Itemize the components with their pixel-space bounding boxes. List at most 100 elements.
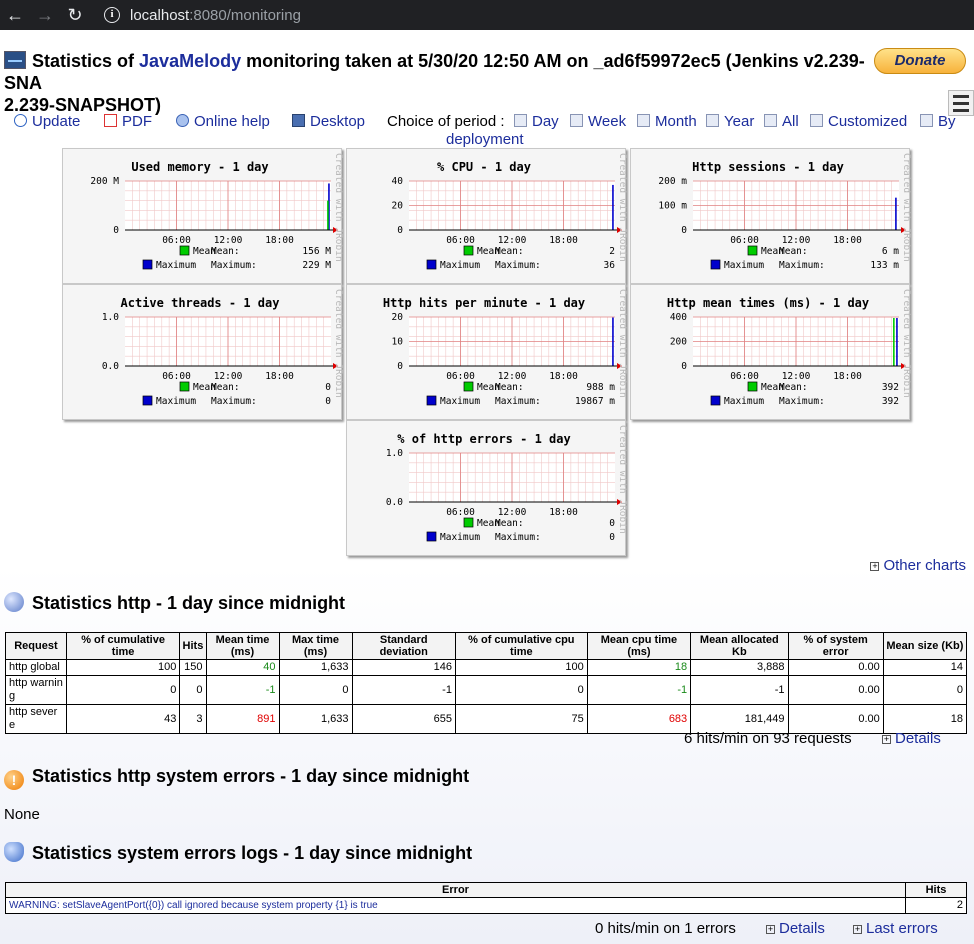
chart-panel[interactable]: Http sessions - 1 day 06:00 12:00 18:00 0 100… [630, 148, 911, 284]
desktop-link[interactable]: Desktop [292, 113, 365, 131]
col-header[interactable]: % of cumulative cpu time [454, 632, 588, 660]
update-link[interactable]: Update [14, 113, 80, 131]
online-help-link[interactable]: Online help [176, 113, 270, 131]
http-icon [4, 592, 24, 612]
col-header[interactable]: Mean cpu time (ms) [586, 632, 692, 660]
period-customized-link[interactable]: Customized [810, 113, 907, 131]
y-tick-label: 0.0 [102, 361, 119, 372]
legend-stat-label: Maximum: [495, 396, 541, 407]
legend-series-name: Maximum [156, 396, 196, 407]
period-month-link[interactable]: Month [637, 113, 697, 131]
col-header[interactable]: % of system error [787, 632, 884, 660]
table-cell: -1 [205, 675, 280, 705]
x-tick-label: 18:00 [833, 371, 862, 382]
x-tick-label: 18:00 [265, 371, 294, 382]
legend-stat-value: 133 m [870, 260, 899, 271]
info-icon[interactable]: i [104, 7, 120, 23]
period-year-link[interactable]: Year [706, 113, 754, 131]
back-icon[interactable]: ← [0, 5, 30, 26]
col-header[interactable]: Max time (ms) [278, 632, 353, 660]
table-cell: 14 [882, 659, 968, 676]
x-tick-label: 06:00 [162, 235, 191, 246]
logs-details-link[interactable]: + Details [766, 920, 825, 937]
chart-panel[interactable]: Active threads - 1 day 06:00 12:00 18:00 0.0… [62, 284, 343, 420]
pdf-link[interactable]: PDF [104, 113, 152, 131]
legend-swatch [142, 259, 153, 270]
chart-panel[interactable]: Used memory - 1 day 06:00 12:00 18:00 0 200 M… [62, 148, 343, 284]
table-row: http warning 0 0 -1 0 -1 0 -1 -1 0.00 0 [5, 675, 968, 705]
legend-stat-label: Mean: [211, 382, 240, 393]
col-header[interactable]: % of cumulative time [65, 632, 181, 660]
javamelody-link[interactable]: JavaMelody [139, 51, 241, 71]
x-tick-label: 18:00 [265, 235, 294, 246]
other-charts-link[interactable]: + Other charts [870, 557, 966, 574]
legend-swatch [710, 395, 721, 406]
request-name-link[interactable]: http warning [5, 675, 67, 705]
table-cell: 1,633 [278, 659, 353, 676]
legend-stat-label: Mean: [495, 382, 524, 393]
watermark-text: Created with JRobin [333, 289, 343, 398]
legend-stat-value: 0 [325, 382, 331, 393]
deployment-link[interactable]: deployment [446, 131, 524, 149]
calendar-icon [764, 114, 777, 127]
col-header[interactable]: Mean time (ms) [205, 632, 280, 660]
request-name-link[interactable]: http global [5, 659, 67, 676]
legend-stat-value: 0 [609, 518, 615, 529]
legend-swatch [747, 245, 758, 256]
other-charts-label: Other charts [883, 557, 966, 574]
chart-panel[interactable]: % CPU - 1 day 06:00 12:00 18:00 0 20 40 Created… [346, 148, 627, 284]
x-tick-label: 12:00 [214, 371, 243, 382]
legend-swatch [710, 259, 721, 270]
x-tick-label: 06:00 [162, 371, 191, 382]
period-day-link[interactable]: Day [514, 113, 559, 131]
watermark-text: Created with JRobin [617, 289, 627, 398]
col-header[interactable]: Hits [179, 632, 207, 660]
col-header[interactable]: Mean allocated Kb [690, 632, 789, 660]
address-bar[interactable]: localhost:8080/monitoring [130, 7, 301, 24]
col-header[interactable]: Mean size (Kb) [882, 632, 968, 660]
chart-title: Active threads - 1 day [121, 296, 280, 310]
table-cell: 0 [882, 675, 968, 705]
x-tick-label: 06:00 [446, 507, 475, 518]
table-cell: 0 [65, 675, 181, 705]
y-tick-label: 0 [397, 225, 403, 236]
chart-panel[interactable]: Http mean times (ms) - 1 day 06:00 12:00 18… [630, 284, 911, 420]
error-logs-table: Error Hits WARNING: setSlaveAgentPort({0… [5, 882, 967, 914]
chart-panel[interactable]: % of http errors - 1 day 06:00 12:00 18:00 0… [346, 420, 627, 556]
col-header: Request [5, 632, 67, 660]
x-tick-label: 18:00 [549, 235, 578, 246]
period-by-deployment-link[interactable]: By [920, 113, 956, 131]
period-all-link[interactable]: All [764, 113, 799, 131]
expand-icon: + [766, 924, 775, 934]
chart-title: Http sessions - 1 day [692, 160, 844, 174]
url-host: localhost [130, 6, 190, 24]
chart-svg: Http mean times (ms) - 1 day 06:00 12:00 18… [667, 289, 911, 407]
update-label: Update [32, 113, 81, 130]
donate-button[interactable]: Donate [874, 48, 966, 74]
legend-swatch [463, 381, 474, 392]
reload-icon[interactable]: ↻ [60, 5, 90, 26]
period-week-link[interactable]: Week [570, 113, 626, 131]
legend-swatch [142, 395, 153, 406]
pdf-label: PDF [122, 113, 152, 130]
last-errors-link[interactable]: + Last errors [853, 920, 938, 937]
request-name-link[interactable]: http severe [5, 704, 67, 734]
y-tick-label: 100 m [658, 201, 687, 212]
watermark-text: Created with JRobin [901, 153, 911, 262]
help-icon [176, 114, 189, 127]
error-message-link[interactable]: WARNING: setSlaveAgentPort({0}) call ign… [5, 897, 906, 914]
y-tick-label: 20 [392, 201, 404, 212]
http-details-link[interactable]: + Details [882, 730, 941, 747]
legend-series-name: Maximum [440, 260, 480, 271]
logs-icon [4, 842, 24, 862]
legend-stat-label: Mean: [779, 246, 808, 257]
table-cell: 40 [205, 659, 280, 676]
customized-label: Customized [828, 113, 908, 130]
col-header[interactable]: Standard deviation [351, 632, 456, 660]
x-tick-label: 18:00 [833, 235, 862, 246]
chart-panel[interactable]: Http hits per minute - 1 day 06:00 12:00 18… [346, 284, 627, 420]
x-tick-label: 12:00 [214, 235, 243, 246]
chart-title: Http hits per minute - 1 day [383, 296, 585, 310]
browser-toolbar: ← → ↻ i localhost:8080/monitoring [0, 0, 974, 30]
forward-icon[interactable]: → [30, 5, 60, 26]
